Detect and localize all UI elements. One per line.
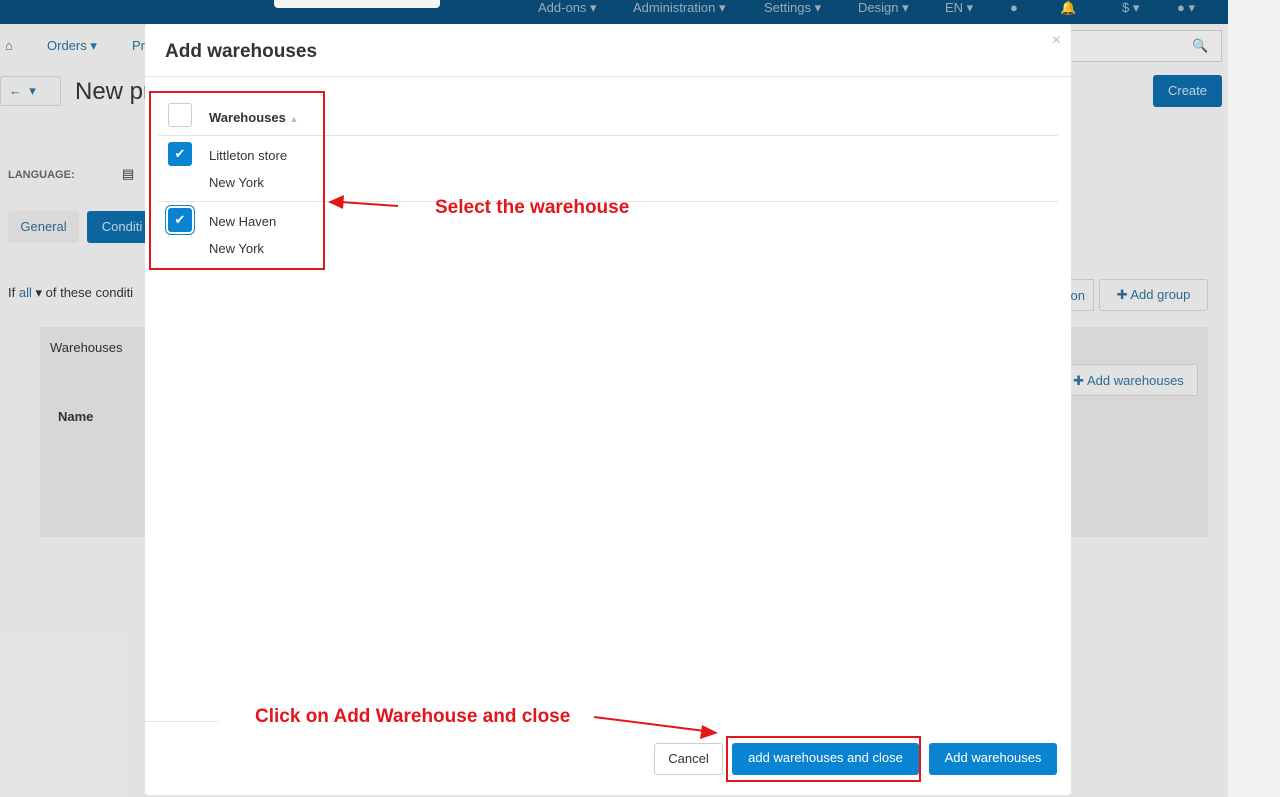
annotation-arrows <box>328 195 718 739</box>
annotation-select: Select the warehouse <box>435 197 630 218</box>
annotation-click: Click on Add Warehouse and close <box>255 706 571 727</box>
